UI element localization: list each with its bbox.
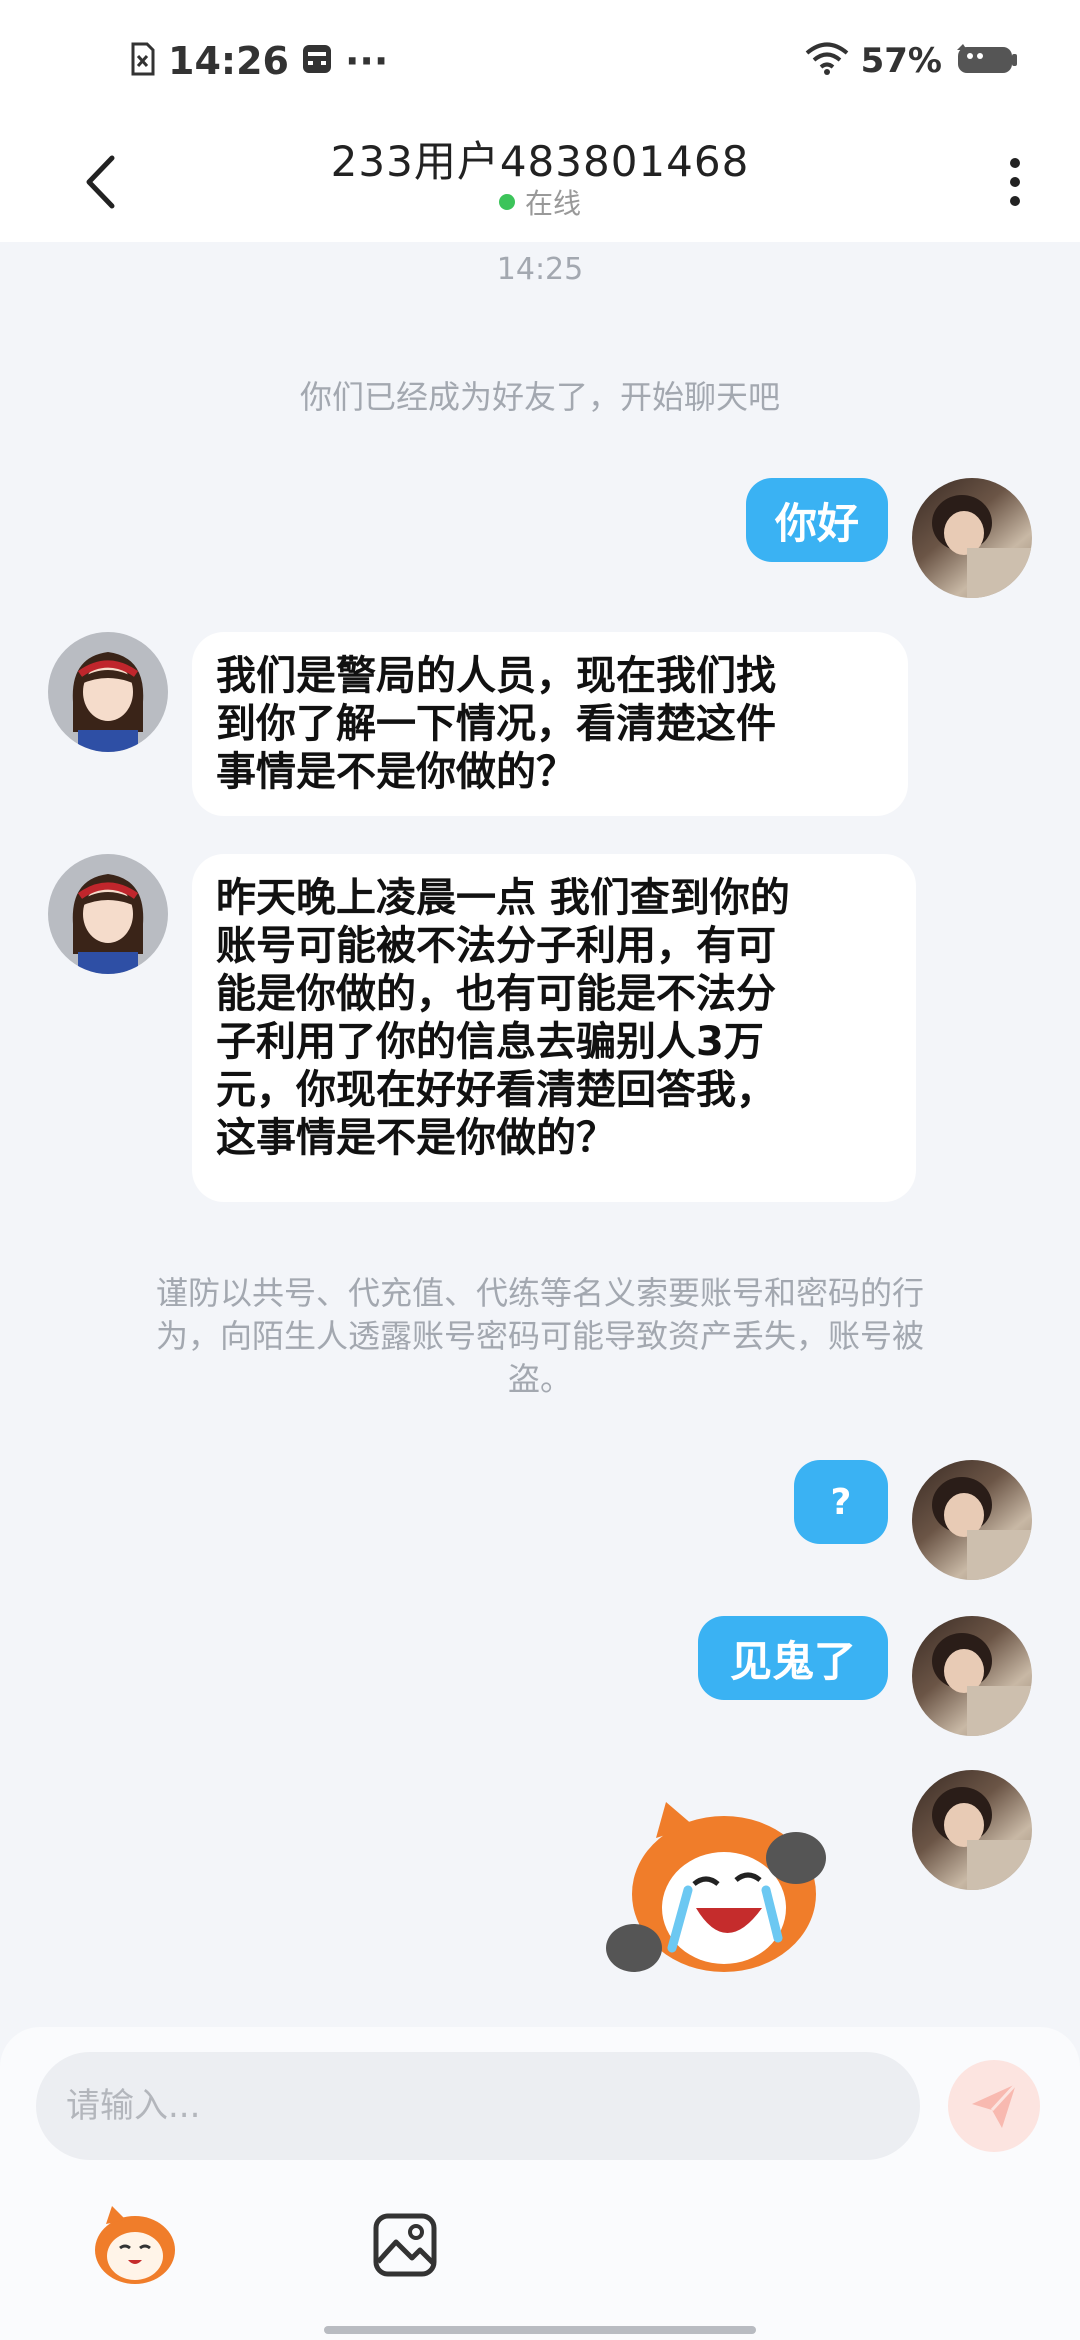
system-message: 你们已经成为好友了，开始聊天吧: [299, 378, 780, 416]
sticker-icon: [95, 2206, 175, 2284]
file-blocked-icon: [130, 42, 156, 80]
message-line: 这事情是不是你做的？: [216, 1115, 616, 1161]
notice-line: 为，向陌生人透露账号密码可能导致资产丢失，账号被: [155, 1317, 924, 1355]
message-line: 元，你现在好好看清楚回答我，: [216, 1067, 776, 1113]
send-icon: [972, 2082, 1018, 2128]
message-bubble-incoming[interactable]: 我们是警局的人员，现在我们找 到你了解一下情况，看清楚这件 事情是不是你做的？: [192, 632, 908, 816]
chat-timestamp: 14:25: [496, 252, 584, 287]
sim-card-icon: [301, 43, 333, 79]
status-time: 14:26: [168, 39, 289, 83]
message-bubble-outgoing[interactable]: ?: [794, 1460, 888, 1544]
chat-header: 233用户483801468 在线: [0, 120, 1080, 242]
contact-avatar[interactable]: [48, 632, 168, 752]
my-avatar[interactable]: [912, 1770, 1032, 1890]
battery-icon: [954, 42, 1020, 80]
message-bubble-outgoing[interactable]: 见鬼了: [698, 1616, 888, 1700]
message-line: 账号可能被不法分子利用，有可: [216, 923, 776, 969]
message-line: 到你了解一下情况，看清楚这件: [216, 701, 776, 747]
my-avatar[interactable]: [912, 478, 1032, 598]
message-text: 你好: [774, 498, 859, 548]
message-line: 事情是不是你做的？: [216, 749, 576, 795]
wifi-icon: [805, 42, 849, 80]
input-placeholder: 请输入...: [66, 2086, 201, 2126]
message-line: 我们是警局的人员，现在我们找: [216, 653, 776, 699]
message-bubble-incoming[interactable]: 昨天晚上凌晨一点 我们查到你的 账号可能被不法分子利用，有可 能是你做的，也有可…: [192, 854, 916, 1202]
message-line: 能是你做的，也有可能是不法分: [216, 971, 776, 1017]
home-indicator[interactable]: [324, 2326, 756, 2334]
message-input[interactable]: 请输入...: [36, 2052, 920, 2160]
notice-line: 谨防以共号、代充值、代练等名义索要账号和密码的行: [155, 1274, 924, 1312]
sticker-button[interactable]: [92, 2206, 178, 2286]
online-status-label: 在线: [524, 187, 581, 220]
contact-avatar[interactable]: [48, 854, 168, 974]
online-status: 在线: [0, 182, 1080, 222]
more-options-button[interactable]: [990, 142, 1040, 222]
notice-line: 盗。: [507, 1360, 572, 1398]
my-avatar[interactable]: [912, 1460, 1032, 1580]
status-more-dots: ···: [344, 39, 389, 83]
contact-name: 233用户483801468: [330, 137, 750, 186]
safety-notice: 谨防以共号、代充值、代练等名义索要账号和密码的行 为，向陌生人透露账号密码可能导…: [100, 1272, 980, 1401]
message-text: ?: [830, 1481, 852, 1523]
image-button[interactable]: [372, 2212, 438, 2278]
status-left: 14:26 ···: [130, 36, 388, 86]
message-bubble-outgoing[interactable]: 你好: [746, 478, 888, 562]
my-avatar[interactable]: [912, 1616, 1032, 1736]
message-line: 子利用了你的信息去骗别人3万: [216, 1019, 764, 1065]
status-right: 57%: [805, 36, 1020, 86]
online-dot-icon: [498, 194, 515, 210]
more-vertical-icon: [1010, 158, 1020, 168]
crying-mascot-sticker[interactable]: [596, 1798, 832, 1982]
status-bar: 14:26 ··· 57%: [0, 0, 1080, 120]
message-text: 见鬼了: [729, 1636, 856, 1686]
message-line: 昨天晚上凌晨一点 我们查到你的: [216, 875, 790, 921]
battery-percent: 57%: [860, 41, 942, 81]
image-icon: [373, 2213, 437, 2277]
send-button[interactable]: [948, 2060, 1040, 2152]
